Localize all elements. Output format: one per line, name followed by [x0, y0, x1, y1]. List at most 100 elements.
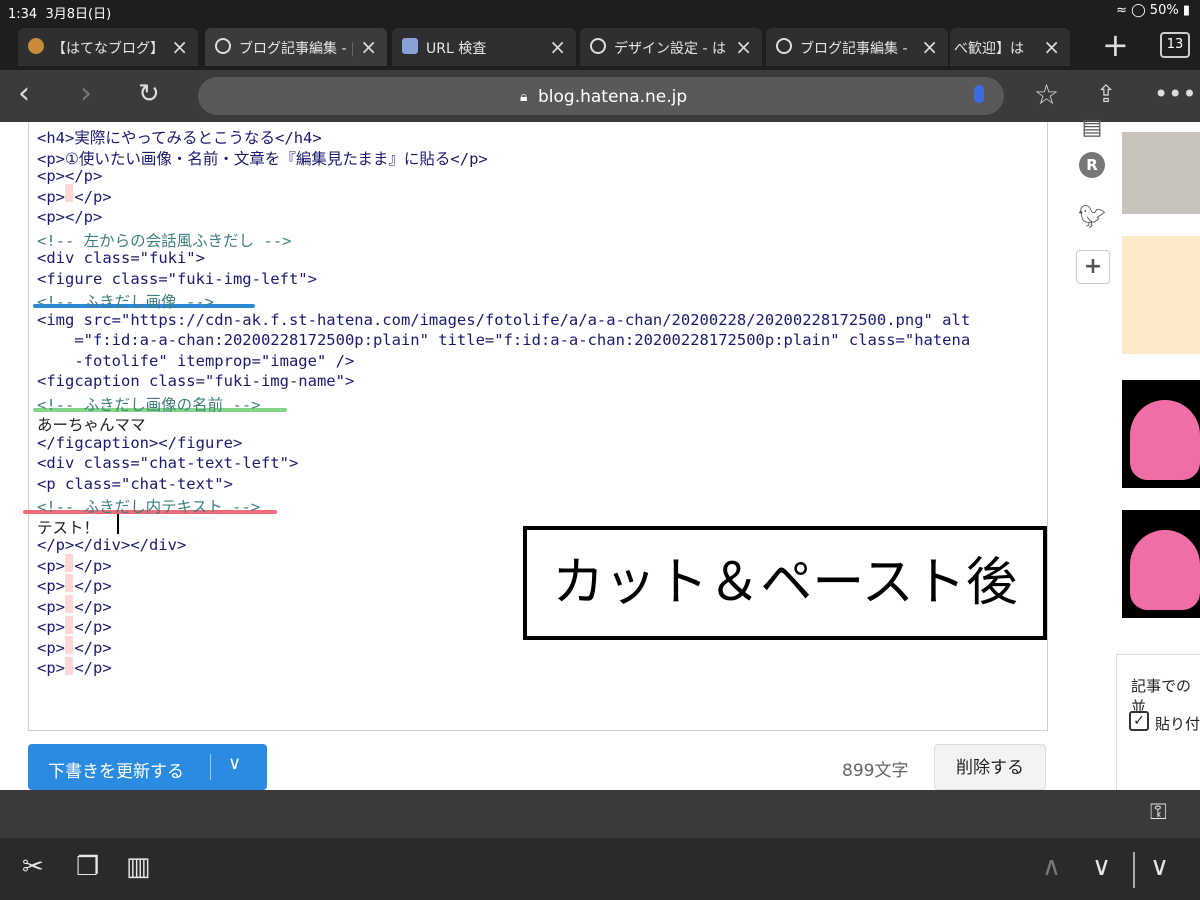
- code-line: <p> </p>: [37, 639, 112, 657]
- close-icon[interactable]: ×: [360, 35, 377, 59]
- tab-title: べ歓迎】は: [954, 41, 1024, 57]
- update-draft-button[interactable]: 下書きを更新する ∨: [28, 744, 267, 790]
- tab-title: URL 検査: [426, 41, 487, 57]
- chevron-down-icon[interactable]: ∨: [1092, 852, 1111, 882]
- checkbox[interactable]: ✓: [1129, 711, 1149, 731]
- code-comment: <!-- 左からの会話風ふきだし -->: [37, 232, 292, 250]
- code-line: </figcaption></figure>: [37, 434, 243, 452]
- delete-button[interactable]: 削除する: [934, 744, 1046, 790]
- code-line: <figcaption class="fuki-img-name">: [37, 372, 355, 390]
- code-line: <h4>実際にやってみるとこうなる</h4>: [37, 129, 322, 147]
- code-comment: <!-- ふきだし画像 -->: [37, 293, 214, 311]
- reload-icon[interactable]: ↻: [138, 79, 160, 109]
- code-line: ="f:id:a-a-chan:20200228172500p:plain" t…: [37, 331, 971, 349]
- status-time: 1:34: [8, 7, 38, 22]
- more-menu-icon[interactable]: •••: [1154, 80, 1196, 108]
- chevron-down-icon[interactable]: ∨: [228, 753, 241, 774]
- html-editor[interactable]: <h4>実際にやってみるとこうなる</h4> <p>①使いたい画像・名前・文章を…: [23, 122, 1048, 731]
- tab-2[interactable]: ブログ記事編集 - | ×: [205, 28, 387, 66]
- lock-icon: 🔒︎: [520, 89, 528, 105]
- keyboard-toolbar: ✂ ❐ ▥ ∧ ∨ ∨: [0, 838, 1200, 900]
- code-line: あーちゃんママ: [37, 416, 146, 434]
- close-icon[interactable]: ×: [921, 35, 938, 59]
- document-icon[interactable]: ▤: [1076, 112, 1108, 144]
- tab-title: ブログ記事編集 - |: [239, 41, 353, 57]
- code-comment: <!-- ふきだし内テキスト -->: [37, 498, 261, 516]
- code-line: <p> </p>: [37, 557, 112, 575]
- plus-icon[interactable]: +: [1076, 250, 1110, 284]
- tab-5[interactable]: ブログ記事編集 - ×: [766, 28, 948, 66]
- close-icon[interactable]: ×: [171, 35, 188, 59]
- code-line: <p>①使いたい画像・名前・文章を『編集見たまま』に貼る</p>: [37, 150, 488, 168]
- hatena-icon: [215, 38, 231, 54]
- illustration-thumbnail[interactable]: [1122, 510, 1200, 618]
- back-icon[interactable]: ‹: [18, 76, 30, 111]
- close-icon[interactable]: ×: [549, 35, 566, 59]
- character-count: 899文字: [842, 761, 909, 781]
- navigation-bar: ‹ › ↻ 🔒︎ blog.hatena.ne.jp ☆ ⇪ •••: [0, 70, 1200, 122]
- url-text: blog.hatena.ne.jp: [538, 87, 688, 107]
- close-icon[interactable]: ×: [735, 35, 752, 59]
- tab-3[interactable]: URL 検査 ×: [392, 28, 576, 66]
- code-line: <p></p>: [37, 167, 103, 185]
- copy-icon[interactable]: ❐: [76, 852, 99, 882]
- annotation-label: カット＆ペースト後: [523, 526, 1047, 640]
- r-icon[interactable]: R: [1079, 152, 1105, 178]
- code-comment: <!-- ふきだし画像の名前 -->: [37, 396, 261, 414]
- tab-strip: 【はてなブログ】\ × ブログ記事編集 - | × URL 検査 × デザイン設…: [0, 22, 1200, 70]
- text-caret: [117, 514, 119, 534]
- checkbox-label: 貼り付: [1155, 715, 1200, 733]
- sidebar-settings-card: 記事での並 ✓ 貼り付: [1116, 654, 1200, 791]
- status-bar: 1:34 3月8日(日) ≈ ◯ 50% ▮: [0, 0, 1200, 22]
- tab-count-button[interactable]: 13: [1160, 32, 1190, 58]
- chevron-up-icon[interactable]: ∧: [1042, 852, 1061, 882]
- toolbar-divider: [1133, 852, 1135, 888]
- status-right: ≈ ◯ 50% ▮: [1116, 3, 1190, 18]
- tab-6[interactable]: べ歓迎】は ×: [950, 28, 1070, 66]
- code-line: <div class="chat-text-left">: [37, 454, 299, 472]
- code-line: <figure class="fuki-img-left">: [37, 270, 317, 288]
- code-line: テスト！: [37, 519, 100, 537]
- code-line: <img src="https://cdn-ak.f.st-hatena.com…: [37, 311, 971, 329]
- cut-icon[interactable]: ✂: [22, 852, 44, 882]
- tab-title: デザイン設定 - は: [614, 41, 726, 57]
- status-time-date: 1:34 3月8日(日): [8, 3, 111, 22]
- hatena-icon: [776, 38, 792, 54]
- favicon-icon: [28, 38, 44, 54]
- dismiss-keyboard-icon[interactable]: ∨: [1150, 852, 1169, 882]
- battery-percent: 50%: [1149, 3, 1179, 18]
- code-line: <p> </p>: [37, 577, 112, 595]
- code-line: <p></p>: [37, 208, 103, 226]
- close-icon[interactable]: ×: [1043, 35, 1060, 59]
- code-line: <p> </p>: [37, 188, 112, 206]
- share-icon[interactable]: ⇪: [1096, 80, 1116, 108]
- code-line: <div class="fuki">: [37, 249, 205, 267]
- forward-icon[interactable]: ›: [80, 76, 92, 111]
- illustration-thumbnail[interactable]: [1122, 380, 1200, 488]
- photo-thumbnail[interactable]: [1122, 132, 1200, 214]
- bookmark-star-icon[interactable]: ☆: [1034, 78, 1059, 111]
- code-line: <p> </p>: [37, 598, 112, 616]
- status-date: 3月8日(日): [45, 7, 112, 22]
- tab-1[interactable]: 【はてなブログ】\ ×: [18, 28, 198, 66]
- code-line: </p></div></div>: [37, 536, 187, 554]
- search-console-icon: [402, 38, 418, 54]
- update-draft-label: 下書きを更新する: [48, 762, 184, 782]
- key-icon[interactable]: ⚿: [1150, 800, 1167, 825]
- tab-4[interactable]: デザイン設定 - は ×: [580, 28, 762, 66]
- address-bar[interactable]: 🔒︎ blog.hatena.ne.jp: [198, 77, 1004, 115]
- button-divider: [210, 754, 211, 780]
- tab-title: 【はてなブログ】\: [52, 41, 164, 57]
- new-tab-icon[interactable]: +: [1102, 26, 1129, 64]
- code-line: <p class="chat-text">: [37, 475, 233, 493]
- code-line: <p> </p>: [37, 618, 112, 636]
- hatena-icon: [590, 38, 606, 54]
- tab-title: ブログ記事編集 -: [800, 41, 908, 57]
- page-content: <h4>実際にやってみるとこうなる</h4> <p>①使いたい画像・名前・文章を…: [0, 115, 1200, 791]
- paste-icon[interactable]: ▥: [126, 852, 151, 882]
- code-line: -fotolife" itemprop="image" />: [37, 352, 355, 370]
- microphone-icon[interactable]: [974, 85, 984, 103]
- password-bar: ⚿: [0, 790, 1200, 838]
- twitter-icon[interactable]: 🐦︎: [1076, 202, 1108, 234]
- illustration-thumbnail[interactable]: [1122, 236, 1200, 354]
